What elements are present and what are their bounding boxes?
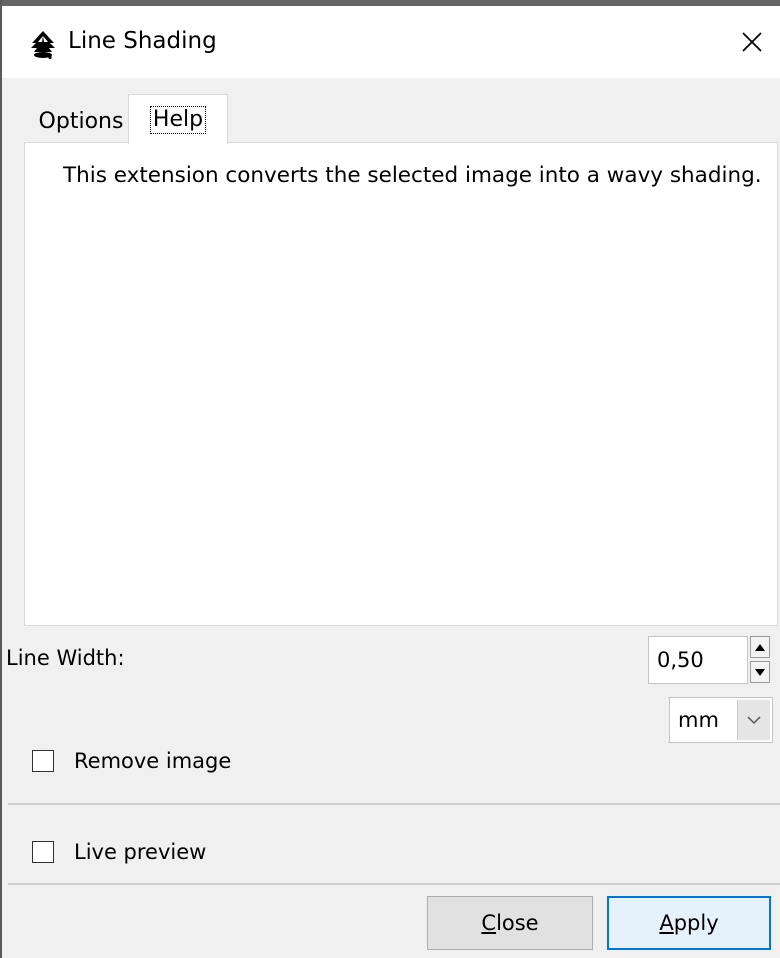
- help-panel: This extension converts the selected ima…: [24, 142, 778, 626]
- separator: [8, 883, 780, 885]
- close-button[interactable]: Close: [427, 896, 593, 950]
- live-preview-checkbox-row[interactable]: Live preview: [32, 836, 206, 868]
- title-bar: Line Shading: [2, 6, 780, 78]
- tab-options-label: Options: [38, 108, 124, 134]
- separator: [8, 803, 780, 805]
- close-x-icon[interactable]: [730, 20, 774, 64]
- close-button-label: Close: [481, 911, 539, 935]
- window-title: Line Shading: [68, 28, 217, 54]
- window-left-border: [0, 0, 2, 958]
- unit-select[interactable]: mm: [669, 697, 773, 743]
- line-width-label: Line Width:: [6, 646, 125, 670]
- help-text: This extension converts the selected ima…: [63, 163, 762, 188]
- spin-up-icon[interactable]: [750, 636, 770, 658]
- line-width-spinner: [750, 636, 770, 684]
- unit-value: mm: [678, 708, 719, 732]
- live-preview-checkbox[interactable]: [32, 841, 54, 863]
- apply-button-label: Apply: [659, 911, 719, 935]
- tab-help[interactable]: Help: [128, 94, 228, 144]
- tab-options[interactable]: Options: [32, 100, 130, 142]
- inkscape-icon: [31, 31, 55, 60]
- spin-down-icon[interactable]: [750, 661, 770, 683]
- remove-image-checkbox-row[interactable]: Remove image: [32, 745, 231, 777]
- tab-help-label: Help: [149, 105, 207, 134]
- remove-image-checkbox[interactable]: [32, 750, 54, 772]
- remove-image-label: Remove image: [74, 749, 232, 773]
- chevron-down-icon: [737, 700, 770, 740]
- live-preview-label: Live preview: [74, 840, 207, 864]
- apply-button[interactable]: Apply: [607, 896, 771, 950]
- line-width-input[interactable]: [648, 636, 748, 684]
